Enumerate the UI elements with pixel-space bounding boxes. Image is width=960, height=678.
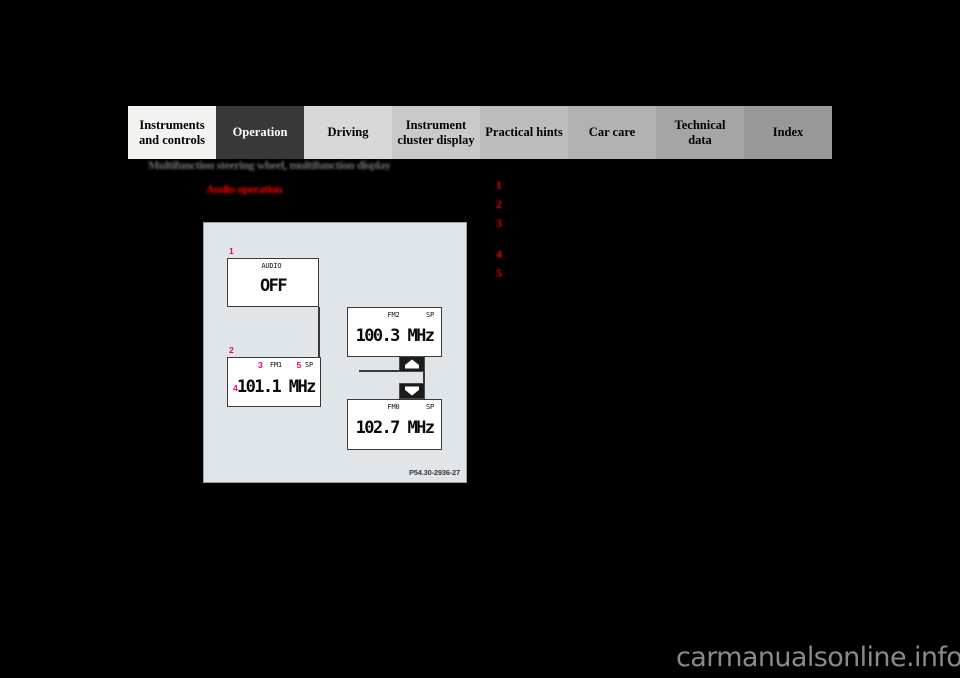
display-sp-indicator: SP [304, 361, 313, 369]
connector-audio-to-fm1 [318, 307, 320, 357]
display-header-row: FM2 SP [348, 311, 441, 320]
display-fm0: FM0 SP 102.7 MHz [347, 399, 442, 450]
display-band-label: FM0 [387, 403, 400, 411]
legend-number: 2 [496, 197, 502, 211]
arrow-down-pentagon-icon [405, 386, 419, 396]
callout-3: 3 [258, 360, 263, 370]
tab-instruments-and-controls[interactable]: Instruments and controls [128, 106, 216, 159]
tab-instrument-cluster-display[interactable]: Instrument cluster display [392, 106, 480, 159]
legend-number: 4 [496, 247, 502, 261]
tab-car-care[interactable]: Car care [568, 106, 656, 159]
list-item: 2 [496, 197, 508, 212]
display-header-row: 3 FM1 5 SP [228, 361, 320, 370]
display-main-value: 100.3 MHz [355, 326, 435, 346]
display-main-value: 102.7 MHz [355, 418, 435, 438]
display-main-value: OFF [260, 276, 288, 296]
display-band-label: AUDIO [261, 262, 282, 270]
display-band-label: FM2 [387, 311, 400, 319]
scroll-down-button[interactable] [399, 383, 425, 399]
scroll-up-button[interactable] [399, 356, 425, 372]
display-audio-off: AUDIO OFF [227, 258, 319, 307]
section-tab-bar: Instruments and controls Operation Drivi… [128, 106, 832, 159]
legend-number: 1 [496, 178, 502, 192]
list-item: 4 [496, 247, 508, 262]
display-header-row: AUDIO [228, 262, 318, 271]
callout-5: 5 [296, 360, 301, 370]
display-band-label: FM1 [269, 361, 282, 369]
site-watermark: carmanualsonline.info [676, 642, 960, 673]
callout-2: 2 [229, 345, 234, 355]
tab-practical-hints[interactable]: Practical hints [480, 106, 568, 159]
legend-number: 3 [496, 216, 502, 230]
tab-index[interactable]: Index [744, 106, 832, 159]
figure-reference-code: P54.30-2936-27 [409, 468, 460, 477]
display-fm2: FM2 SP 100.3 MHz [347, 307, 442, 357]
arrow-up-pentagon-icon [405, 359, 419, 369]
legend-number: 5 [496, 266, 502, 280]
display-main-value: 101.1 MHz [237, 377, 316, 397]
section-heading: Multifunction steering wheel, multifunct… [148, 158, 391, 171]
subsection-heading: Audio operation [206, 182, 283, 195]
list-item: 1 [496, 178, 508, 193]
tab-technical-data[interactable]: Technical data [656, 106, 744, 159]
display-sp-indicator: SP [425, 403, 434, 411]
tab-driving[interactable]: Driving [304, 106, 392, 159]
tab-operation[interactable]: Operation [216, 106, 304, 159]
list-item: 3 [496, 216, 508, 231]
display-header-row: FM0 SP [348, 403, 441, 412]
callout-1: 1 [229, 246, 234, 256]
display-sp-indicator: SP [425, 311, 434, 319]
display-fm1: 3 FM1 5 SP 4 101.1 MHz [227, 357, 321, 407]
list-item: 5 [496, 266, 508, 281]
figure-audio-operation-diagram: 1 AUDIO OFF 2 3 FM1 5 SP 4 101.1 MHz FM2… [203, 222, 467, 483]
